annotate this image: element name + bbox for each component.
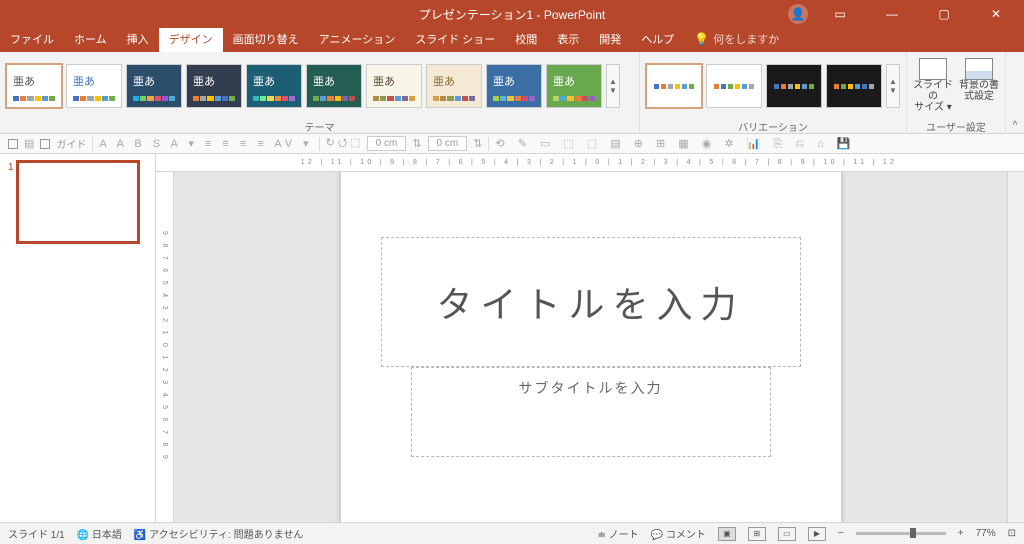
titlebar: プレゼンテーション1 - PowerPoint 👤 ▭ — ▢ ✕ (0, 0, 1024, 28)
theme-thumb-6[interactable]: 亜あ (366, 64, 422, 108)
theme-thumb-4[interactable]: 亜あ (246, 64, 302, 108)
shape-tools-icon[interactable]: ↻ ⭯ ⬚ (326, 134, 361, 153)
title-placeholder[interactable]: タイトルを入力 (381, 237, 801, 367)
account-avatar[interactable]: 👤 (788, 4, 808, 24)
tab-view[interactable]: 表示 (547, 27, 589, 52)
tab-slideshow[interactable]: スライド ショー (405, 27, 505, 52)
lightbulb-icon: 💡 (694, 32, 709, 46)
tab-help[interactable]: ヘルプ (631, 27, 684, 52)
ribbon-tabs: ファイル ホーム 挿入 デザイン 画面切り替え アニメーション スライド ショー… (0, 28, 1024, 52)
zoom-out-button[interactable]: − (838, 528, 844, 539)
format-background-button[interactable]: 背景の書 式設定 (959, 58, 999, 113)
status-accessibility[interactable]: ♿ アクセシビリティ: 問題ありません (134, 526, 303, 541)
group-themes: 亜あ亜あ亜あ亜あ亜あ亜あ亜あ亜あ亜あ亜あ▲▼ テーマ (0, 52, 640, 133)
vertical-scrollbar[interactable] (1007, 172, 1024, 522)
group-variations: ▲▼ バリエーション (640, 52, 907, 133)
group-label-variations: バリエーション (640, 119, 906, 133)
collapse-ribbon-button[interactable]: ^ (1006, 52, 1024, 133)
slide-size-icon (919, 58, 947, 80)
zoom-in-button[interactable]: + (958, 528, 964, 539)
themes-more-button[interactable]: ▲▼ (606, 64, 620, 108)
quick-toolbar: ▤ ガイド A A B S A ▾ ≡ ≡ ≡ ≡ AV ▾ ↻ ⭯ ⬚ 0 c… (0, 134, 1024, 154)
tab-review[interactable]: 校閲 (505, 27, 547, 52)
variations-more-button[interactable]: ▲▼ (886, 64, 900, 108)
subtitle-placeholder[interactable]: サブタイトルを入力 (411, 367, 771, 457)
theme-thumb-9[interactable]: 亜あ (546, 64, 602, 108)
misc-tools-icon[interactable]: ⟲ ✎ ▭ ⬚ ⬚ ▤ ⊕ ⊞ ▦ ◉ ✲ 📊 ⎘ ⎌ ⌂ 💾 (495, 137, 855, 151)
height-field[interactable]: 0 cm (428, 136, 468, 151)
slide-editor: 12 | 11 | 10 | 9 | 8 | 7 | 6 | 5 | 4 | 3… (156, 154, 1024, 522)
comments-button[interactable]: 💬 コメント (651, 526, 706, 541)
work-area: 1 12 | 11 | 10 | 9 | 8 | 7 | 6 | 5 | 4 |… (0, 154, 1024, 522)
theme-thumb-1[interactable]: 亜あ (66, 64, 122, 108)
ribbon-design: 亜あ亜あ亜あ亜あ亜あ亜あ亜あ亜あ亜あ亜あ▲▼ テーマ ▲▼ バリエーション スラ… (0, 52, 1024, 134)
guide-label: ガイド (56, 136, 86, 151)
slide-size-button[interactable]: スライドの サイズ ▾ (913, 58, 953, 113)
group-label-customize: ユーザー設定 (907, 119, 1005, 133)
tab-design[interactable]: デザイン (159, 27, 223, 52)
slide-thumbnail-1[interactable] (18, 162, 138, 242)
horizontal-ruler: 12 | 11 | 10 | 9 | 8 | 7 | 6 | 5 | 4 | 3… (156, 154, 1024, 172)
theme-thumb-8[interactable]: 亜あ (486, 64, 542, 108)
view-reading-button[interactable]: ▭ (778, 527, 796, 541)
ribbon-display-options-icon[interactable]: ▭ (820, 0, 860, 28)
tab-insert[interactable]: 挿入 (117, 27, 159, 52)
variation-thumb-1[interactable] (706, 64, 762, 108)
tab-animations[interactable]: アニメーション (309, 27, 406, 52)
width-field[interactable]: 0 cm (367, 136, 407, 151)
maximize-button[interactable]: ▢ (924, 0, 964, 28)
statusbar: スライド 1/1 🌐 日本語 ♿ アクセシビリティ: 問題ありません ≐ ノート… (0, 522, 1024, 544)
view-slideshow-button[interactable]: ▶ (808, 527, 826, 541)
checkbox-guide[interactable] (40, 139, 50, 149)
view-sorter-button[interactable]: ⊞ (748, 527, 766, 541)
format-background-label: 背景の書 式設定 (959, 80, 999, 102)
theme-thumb-2[interactable]: 亜あ (126, 64, 182, 108)
group-label-themes: テーマ (0, 119, 639, 133)
tab-file[interactable]: ファイル (0, 27, 64, 52)
tell-me-search[interactable]: 💡 何をしますか (684, 27, 789, 52)
slide-number: 1 (8, 162, 14, 242)
theme-thumb-3[interactable]: 亜あ (186, 64, 242, 108)
minimize-button[interactable]: — (872, 0, 912, 28)
fit-to-window-button[interactable]: ⊡ (1008, 528, 1016, 539)
theme-thumb-5[interactable]: 亜あ (306, 64, 362, 108)
checkbox-1[interactable] (8, 139, 18, 149)
variation-thumb-3[interactable] (826, 64, 882, 108)
status-slide-count[interactable]: スライド 1/1 (8, 526, 65, 541)
format-background-icon (965, 58, 993, 80)
theme-thumb-0[interactable]: 亜あ (6, 64, 62, 108)
close-button[interactable]: ✕ (976, 0, 1016, 28)
view-normal-button[interactable]: ▣ (718, 527, 736, 541)
zoom-level[interactable]: 77% (976, 528, 996, 539)
group-customize: スライドの サイズ ▾ 背景の書 式設定 ユーザー設定 (907, 52, 1006, 133)
theme-thumb-7[interactable]: 亜あ (426, 64, 482, 108)
tab-transitions[interactable]: 画面切り替え (223, 27, 309, 52)
variation-thumb-0[interactable] (646, 64, 702, 108)
layout-icon[interactable]: ▤ (24, 137, 34, 150)
slide-canvas[interactable]: タイトルを入力 サブタイトルを入力 (341, 172, 841, 522)
tab-home[interactable]: ホーム (64, 27, 117, 52)
status-language[interactable]: 🌐 日本語 (77, 526, 122, 541)
zoom-slider[interactable] (856, 532, 946, 535)
window-title: プレゼンテーション1 - PowerPoint (419, 6, 605, 23)
notes-button[interactable]: ≐ ノート (598, 526, 639, 541)
slide-thumbnail-panel: 1 (0, 154, 156, 522)
tab-developer[interactable]: 開発 (589, 27, 631, 52)
tell-me-label: 何をしますか (713, 31, 779, 47)
variation-thumb-2[interactable] (766, 64, 822, 108)
vertical-ruler: 9 8 7 6 5 4 3 2 1 0 1 2 3 4 5 6 7 8 9 (156, 172, 174, 522)
font-placeholder-icon: A A B S A ▾ ≡ ≡ ≡ ≡ AV ▾ (99, 137, 312, 150)
slide-size-label: スライドの サイズ ▾ (913, 80, 953, 113)
slide-canvas-wrap[interactable]: タイトルを入力 サブタイトルを入力 (174, 172, 1007, 522)
